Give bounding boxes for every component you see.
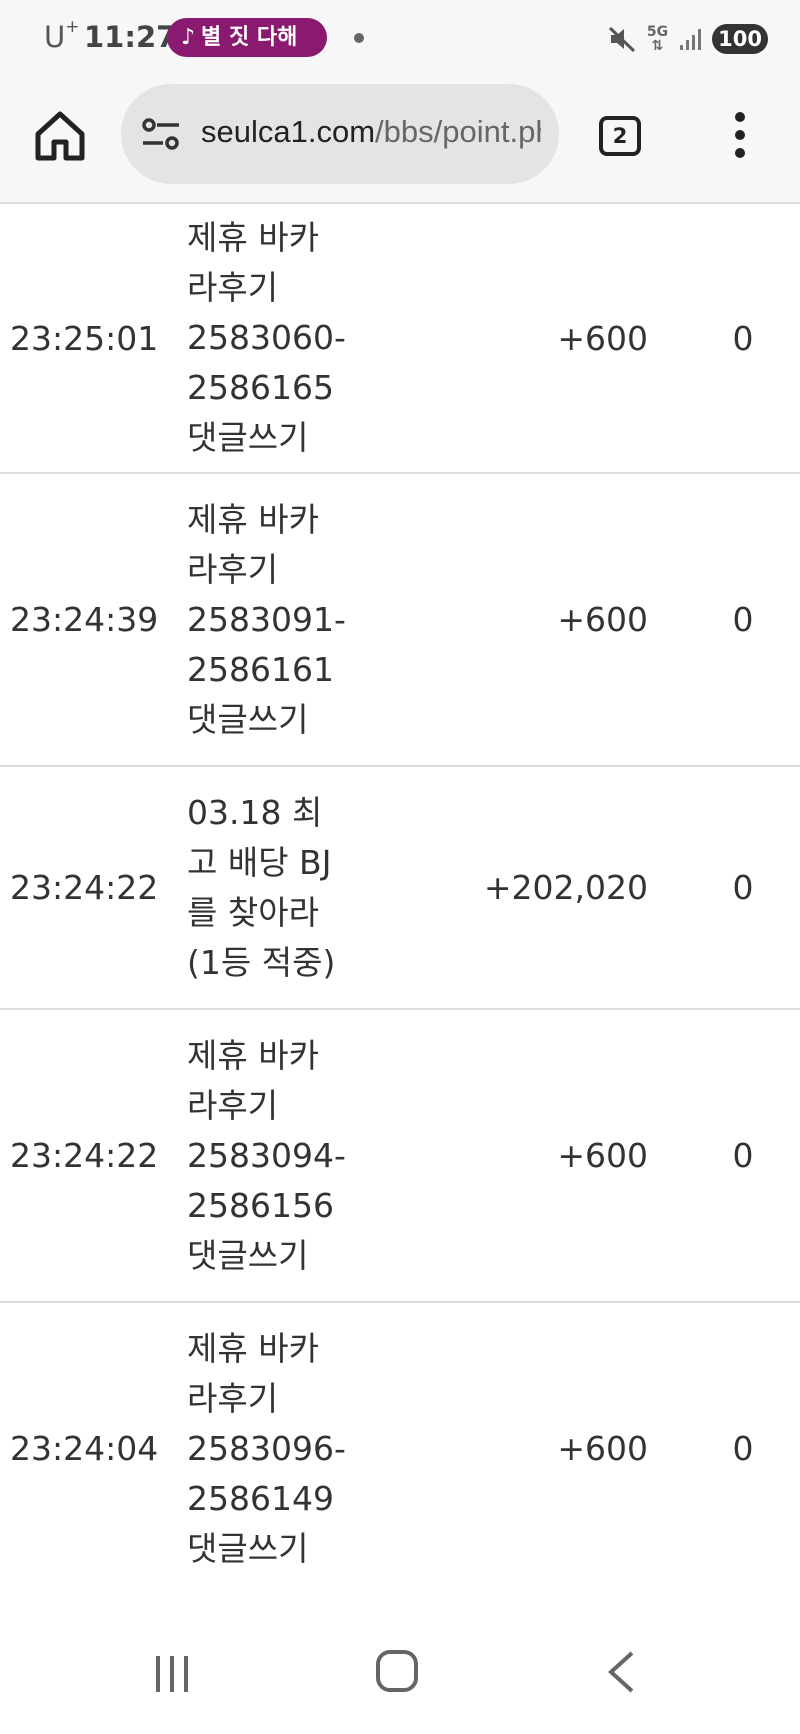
table-row: 23:25:01 제휴 바카 라후기 2583060- 2586165 댓글쓰기 +60… [0,204,800,474]
row-time: 23:25:01 [10,318,159,358]
row-balance: 0 [732,1429,754,1468]
row-point: +600 [557,1429,648,1468]
row-balance: 0 [732,868,754,907]
status-clock: 11:27 [84,20,177,54]
row-balance: 0 [732,600,754,639]
row-description[interactable]: 제휴 바카 라후기 2583091- 2586161 댓글쓰기 [187,474,377,765]
row-time: 23:24:22 [10,868,159,907]
system-nav-bar [0,1594,800,1734]
table-row: 23:24:39 제휴 바카 라후기 2583091- 2586161 댓글쓰기 +60… [0,474,800,767]
row-time: 23:24:22 [10,1136,159,1175]
notification-dot-icon [354,33,364,43]
table-row: 23:24:22 03.18 최고 배당 BJ 를 찾아라 (1등 적중) +202… [0,767,800,1010]
more-menu-icon[interactable] [726,110,754,160]
signal-icon [680,29,702,50]
row-time: 23:24:04 [10,1429,159,1468]
row-description[interactable]: 제휴 바카 라후기 2583096- 2586149 댓글쓰기 [187,1303,377,1594]
url-domain: seulca1.com [201,114,376,149]
table-row: 23:24:04 제휴 바카 라후기 2583096- 2586149 댓글쓰기 +60… [0,1303,800,1596]
system-icons: 5G ⇅ 100 [607,22,768,56]
tab-switcher-button[interactable]: 2 [599,116,641,156]
now-playing-pill[interactable]: ♪ 별 짓 다해 [167,18,327,57]
row-description[interactable]: 03.18 최고 배당 BJ 를 찾아라 (1등 적중) [187,767,377,1008]
row-balance: 0 [732,1136,754,1175]
home-icon[interactable] [30,106,90,166]
row-description[interactable]: 제휴 바카 라후기 2583060- 2586165 댓글쓰기 [187,204,377,472]
row-point: +202,020 [483,868,648,907]
browser-toolbar: seulca1.com/bbs/point.php 2 [0,76,800,204]
carrier-label: U+ [44,17,80,54]
battery-indicator: 100 [712,24,768,54]
music-note-icon: ♪ [181,25,196,50]
network-label: 5G [646,24,669,40]
address-bar[interactable]: seulca1.com/bbs/point.php [121,84,559,184]
row-description[interactable]: 제휴 바카 라후기 2583094- 2586156 댓글쓰기 [187,1010,377,1301]
table-row: 23:24:22 제휴 바카 라후기 2583094- 2586156 댓글쓰기 +60… [0,1010,800,1303]
row-balance: 0 [732,318,754,358]
network-5g-icon: 5G ⇅ [646,24,669,54]
mute-icon [608,26,635,53]
row-point: +600 [557,1136,648,1175]
site-settings-icon[interactable] [141,116,181,152]
recent-apps-icon[interactable] [152,1654,192,1694]
row-point: +600 [557,318,648,358]
url-path: /bbs/point.php [375,114,541,149]
nav-home-icon[interactable] [376,1650,418,1692]
url-text[interactable]: seulca1.com/bbs/point.php [201,114,541,154]
row-point: +600 [557,600,648,639]
now-playing-title: 별 짓 다해 [201,25,298,50]
status-bar: U+ 11:27 ♪ 별 짓 다해 5G ⇅ 100 [0,0,800,76]
row-time: 23:24:39 [10,600,159,639]
back-icon[interactable] [606,1650,636,1694]
